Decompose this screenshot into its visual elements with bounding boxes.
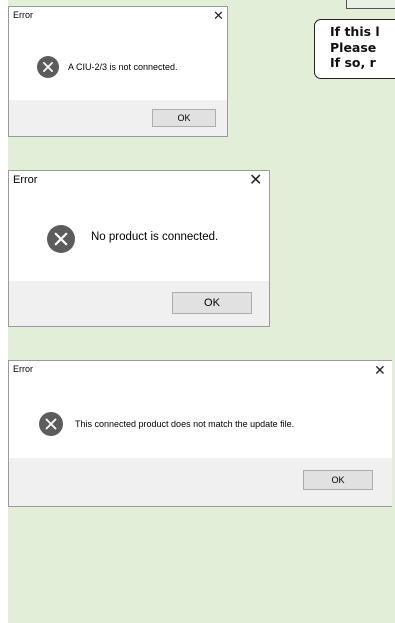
ok-button[interactable]: OK: [172, 292, 252, 314]
error-icon: [39, 412, 63, 436]
dialog-title: Error: [13, 364, 33, 374]
dialog-title: Error: [13, 174, 38, 186]
note-line-2: Please: [330, 39, 377, 55]
note-callout: If this l Please If so, r: [314, 19, 395, 79]
close-icon[interactable]: ✕: [374, 363, 386, 377]
dialog-message: A CIU-2/3 is not connected.: [68, 62, 178, 72]
error-dialog-product-mismatch: Error ✕ This connected product does not …: [8, 360, 392, 507]
note-line-1: If this l: [330, 24, 380, 39]
dialog-message: This connected product does not match th…: [75, 419, 295, 429]
close-icon[interactable]: ✕: [249, 173, 262, 189]
close-icon[interactable]: ✕: [213, 9, 224, 22]
dialog-title: Error: [13, 10, 33, 20]
error-dialog-no-product: Error ✕ No product is connected. OK: [8, 170, 270, 327]
ok-button[interactable]: OK: [152, 109, 216, 127]
dialog-footer: OK: [9, 281, 269, 326]
error-dialog-ciu-not-connected: Error ✕ A CIU-2/3 is not connected. OK: [8, 6, 228, 137]
error-icon: [47, 225, 75, 253]
dialog-message: No product is connected.: [91, 231, 219, 243]
note-line-3: If so, r: [330, 55, 376, 70]
dialog-footer: OK: [9, 458, 392, 506]
dialog-footer: OK: [9, 100, 227, 136]
error-icon: [37, 56, 59, 78]
clipped-top-box: [346, 0, 395, 9]
ok-button[interactable]: OK: [303, 470, 373, 490]
